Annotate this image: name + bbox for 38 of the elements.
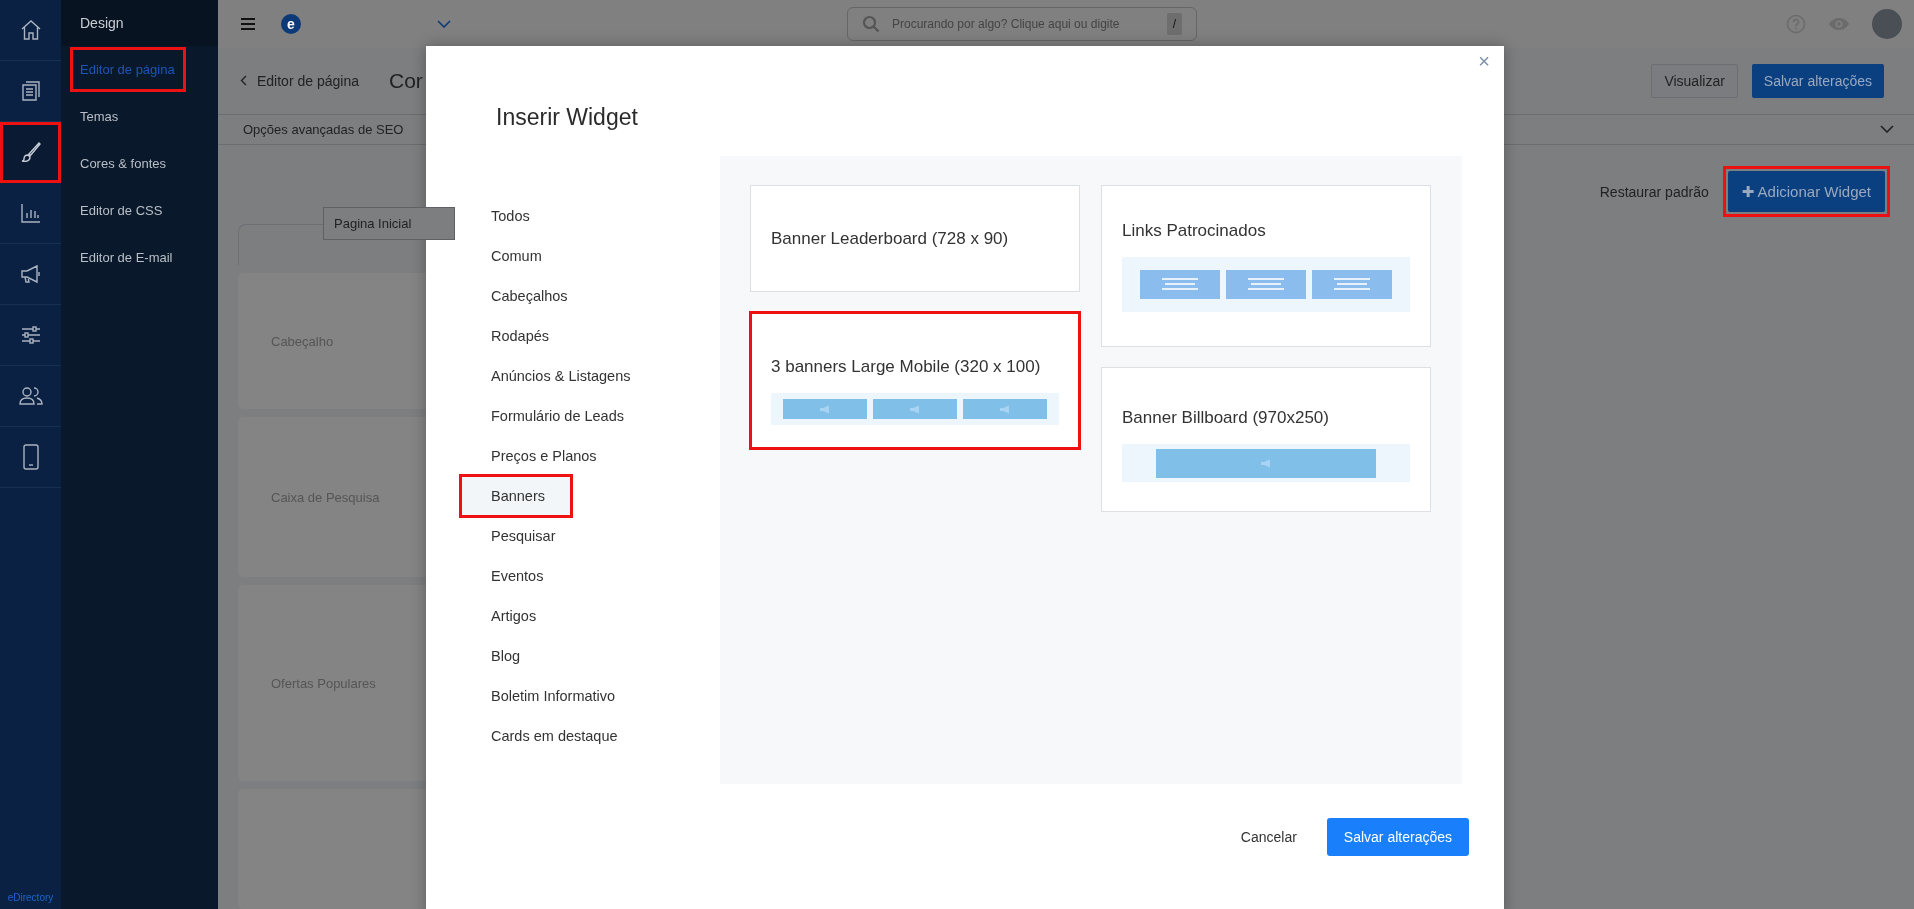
submenu-item[interactable]: Editor de E-mail (61, 236, 173, 279)
search-icon (862, 15, 880, 34)
page-title: Cor (388, 68, 423, 93)
submenu-item[interactable]: Temas (61, 95, 119, 138)
save-button[interactable]: Salvar alterações (1751, 63, 1884, 98)
brand-name: eDirectory (6, 892, 55, 905)
cancel-button[interactable]: Cancelar (1230, 819, 1307, 855)
megaphone-icon (18, 262, 43, 286)
submenu-item[interactable]: Cores & fontes (61, 142, 166, 185)
restore-default-link[interactable]: Restaurar padrão (1599, 183, 1709, 200)
widget-card[interactable]: 3 banners Large Mobile (320 x 100) (750, 312, 1080, 449)
widget-card[interactable]: Links Patrocinados (1101, 185, 1431, 347)
widget-card[interactable]: Banner Leaderboard (728 x 90) (750, 185, 1080, 292)
search-input[interactable]: Procurando por algo? Clique aqui ou digite (890, 16, 1157, 33)
add-widget-button[interactable]: ✚ Adicionar Widget (1727, 171, 1885, 212)
page-tab[interactable]: Pagina Inicial (323, 207, 455, 240)
save-button[interactable]: Salvar alterações (1326, 818, 1469, 856)
seo-options-label: Opções avançadas de SEO (243, 121, 404, 137)
submenu-title: Design (61, 0, 218, 46)
mobile-phone-icon (20, 444, 41, 470)
users-icon (17, 384, 44, 408)
widget-card[interactable]: Banner Billboard (970x250) (1101, 367, 1431, 512)
category-item[interactable]: Banners (461, 476, 571, 516)
search-field[interactable]: Procurando por algo? Clique aqui ou digite / (847, 7, 1197, 42)
bar-chart-icon (18, 201, 43, 225)
shortcut-key: / (1166, 13, 1182, 36)
preview-button[interactable]: Visualizar (1651, 63, 1738, 98)
chevron-down-icon[interactable] (437, 20, 451, 29)
category-item[interactable]: Todos (461, 196, 720, 236)
logo-badge[interactable]: e (281, 14, 301, 35)
breadcrumb-link[interactable]: Editor de página (257, 72, 359, 89)
chevron-down-icon (1880, 125, 1894, 134)
rail-item[interactable] (0, 122, 61, 183)
dialog-title: Inserir Widget (496, 104, 639, 132)
menu-icon[interactable] (241, 18, 255, 31)
back-chevron-icon[interactable] (240, 75, 247, 87)
submenu-item[interactable]: Editor de CSS (61, 189, 163, 232)
category-item[interactable]: Comum (461, 236, 720, 276)
